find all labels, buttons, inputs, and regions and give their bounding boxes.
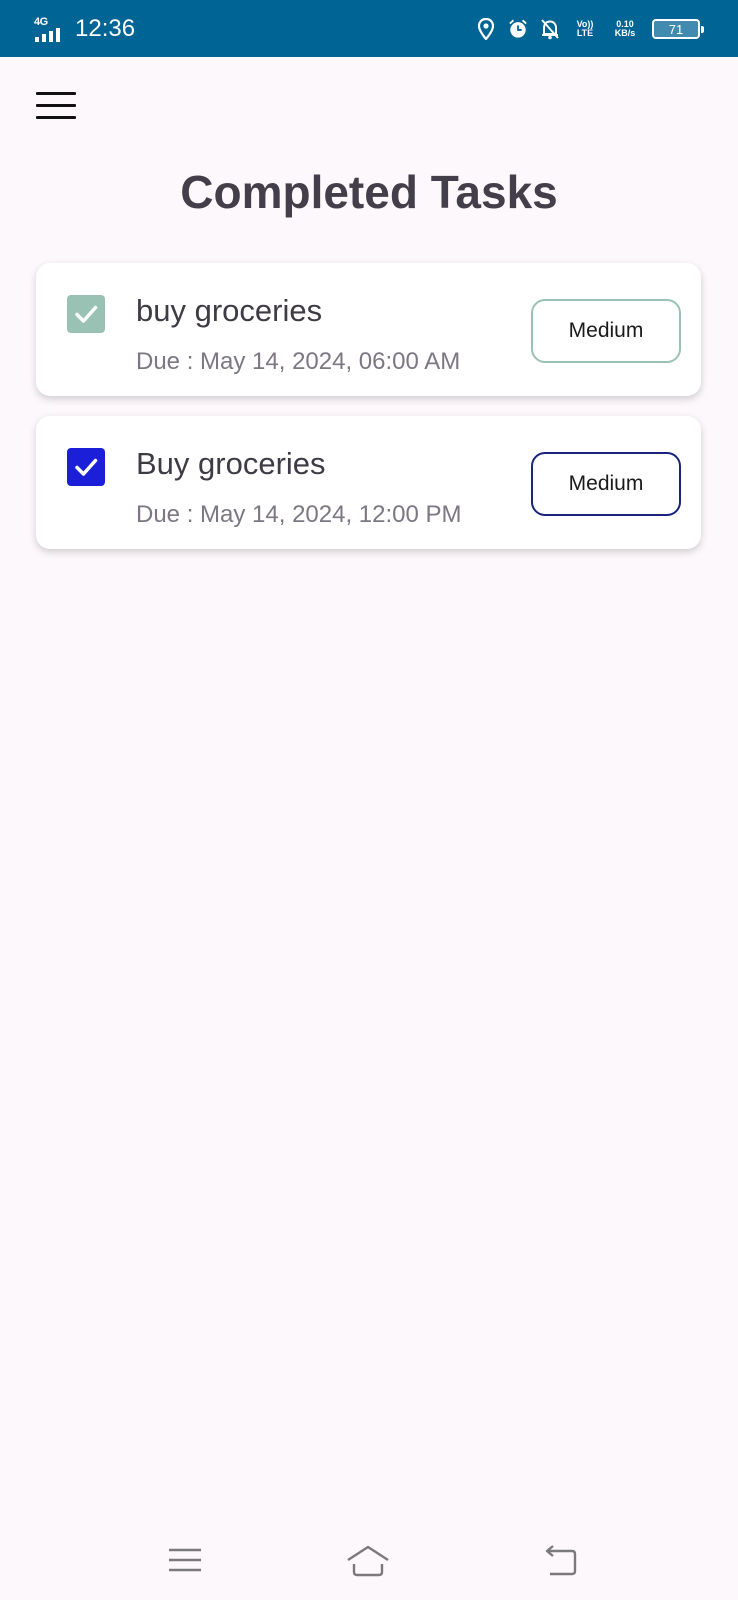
status-icons: Vo)) LTE 0.10 KB/s 71 [476, 14, 704, 44]
checkmark-icon [75, 305, 98, 323]
network-speed: 0.10 KB/s [610, 20, 640, 38]
task-due-date: Due : May 14, 2024, 06:00 AM [136, 348, 461, 375]
home-icon[interactable] [346, 1542, 390, 1578]
page-title: Completed Tasks [180, 166, 558, 218]
alarm-icon [508, 18, 528, 40]
bell-off-icon [540, 18, 560, 40]
task-checkbox[interactable] [67, 295, 105, 333]
status-bar: 4G 12:36 Vo)) LTE 0.10 KB/s 71 [0, 0, 738, 57]
task-card[interactable]: Buy groceries Due : May 14, 2024, 12:00 … [36, 416, 701, 549]
back-icon[interactable] [540, 1542, 584, 1578]
task-title: buy groceries [136, 293, 323, 328]
task-due-date: Due : May 14, 2024, 12:00 PM [136, 501, 462, 528]
priority-button[interactable]: Medium [531, 299, 681, 363]
priority-button[interactable]: Medium [531, 452, 681, 516]
network-speed-unit: KB/s [614, 28, 636, 38]
volte-icon: Vo)) LTE [576, 19, 594, 38]
task-title: Buy groceries [136, 446, 326, 481]
task-card[interactable]: buy groceries Due : May 14, 2024, 06:00 … [36, 263, 701, 396]
system-nav-bar [0, 1510, 738, 1600]
battery-level: 71 [668, 21, 684, 37]
location-icon [476, 18, 496, 40]
network-type: 4G [34, 16, 48, 28]
hamburger-menu-icon[interactable] [36, 92, 76, 124]
signal-icon [35, 28, 60, 42]
battery-icon: 71 [652, 19, 704, 39]
task-checkbox[interactable] [67, 448, 105, 486]
recent-apps-icon[interactable] [163, 1542, 207, 1578]
checkmark-icon [75, 458, 98, 476]
clock: 12:36 [75, 15, 136, 42]
